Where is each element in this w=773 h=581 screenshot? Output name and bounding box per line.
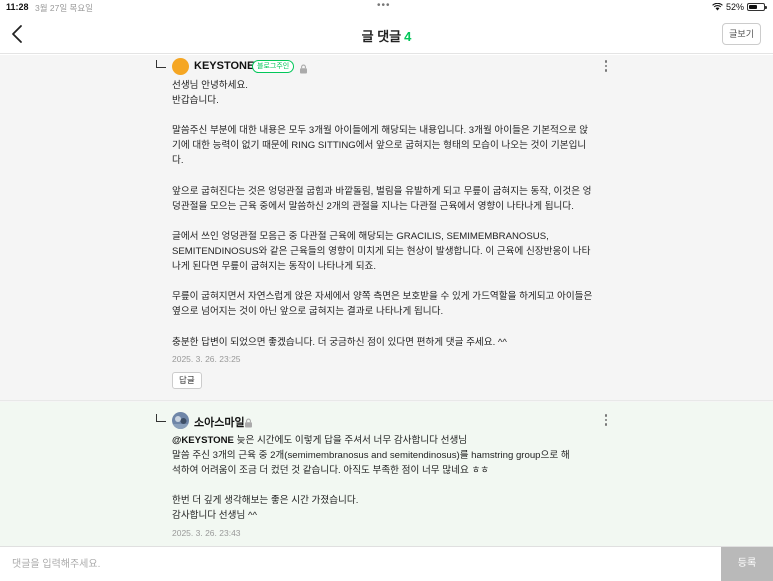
lock-icon xyxy=(244,415,253,428)
submit-button[interactable]: 등록 xyxy=(721,547,773,581)
comment-line: 감사합니다 선생님 ^^ xyxy=(172,510,257,522)
more-options-icon[interactable] xyxy=(603,60,609,74)
lock-icon xyxy=(299,61,308,74)
multitasking-dots[interactable]: ••• xyxy=(377,0,391,11)
comment-line-text: 늦은 시간에도 이렇게 답을 주셔서 너무 감사합니다 선생님 xyxy=(233,435,468,446)
comment-line: 앞으로 굽혀진다는 것은 엉덩관절 굽힘과 바깥돌림, 벌림을 유발하게 되고 … xyxy=(172,185,592,197)
comment-date: 2025. 3. 26. 23:43 xyxy=(172,528,241,538)
status-date: 3월 27일 목요일 xyxy=(35,3,94,13)
comment-line xyxy=(172,169,617,184)
status-time: 11:28 xyxy=(6,2,29,12)
more-options-icon[interactable] xyxy=(603,414,609,428)
comment-line xyxy=(172,108,617,123)
page-title: 글 댓글 4 xyxy=(0,26,773,45)
page-title-text: 글 댓글 xyxy=(361,29,402,44)
battery-icon xyxy=(747,3,767,11)
battery-percent: 52% xyxy=(725,2,744,12)
comment-line: 덩관절을 모으는 근육 중에서 말씀하신 2개의 관절을 지나는 다관절 근육에… xyxy=(172,200,574,212)
reply-indent-icon xyxy=(156,60,166,68)
comment-line: 기에 대한 능력이 없기 때문에 RING SITTING에서 앞으로 굽혀지는… xyxy=(172,140,587,152)
comment-line: 글에서 쓰인 엉덩관절 모음근 중 다관절 근육에 해당되는 GRACILIS,… xyxy=(172,230,549,242)
comment-body: @KEYSTONE 늦은 시간에도 이렇게 답을 주셔서 너무 감사합니다 선생… xyxy=(172,433,617,524)
comment-date: 2025. 3. 26. 23:25 xyxy=(172,354,241,364)
comment-body: 선생님 안녕하세요. 반갑습니다. 말씀주신 부분에 대한 내용은 모두 3개월… xyxy=(172,78,617,350)
reply-button[interactable]: 답글 xyxy=(172,372,202,389)
comment-line: SEMITENDINOSUS와 같은 근육들의 영향이 미치게 되는 현상이 발… xyxy=(172,246,591,258)
reply-indent-icon xyxy=(156,414,166,422)
comment-line: 무릎이 굽혀지면서 자연스럽게 앉은 자세에서 양쪽 측면은 보호받을 수 있게… xyxy=(172,291,593,303)
comment-line: 옆으로 넘어지는 것이 아닌 앞으로 굽혀지는 결과로 나타나게 됩니다. xyxy=(172,306,444,318)
battery-fill xyxy=(749,5,757,9)
comment-list: KEYSTONE 블로그주인 선생님 안녕하세요. 반갑습니다. 말씀주신 부분… xyxy=(0,55,773,546)
comment-line: 한번 더 깊게 생각해보는 좋은 시간 가졌습니다. xyxy=(172,495,359,507)
view-post-button[interactable]: 글보기 xyxy=(722,23,761,45)
comment-item: 소아스마일 @KEYSTONE 늦은 시간에도 이렇게 답을 주셔서 너무 감사… xyxy=(0,402,773,546)
comment-line: 충분한 답변이 되었으면 좋겠습니다. 더 궁금하신 점이 있다면 편하게 댓글… xyxy=(172,336,507,348)
avatar[interactable] xyxy=(172,412,189,429)
status-right: 52% xyxy=(712,2,767,12)
comment-input[interactable] xyxy=(0,547,720,581)
comment-line: 나게 된다면 무릎이 굽혀지는 동작이 나타나게 되죠. xyxy=(172,261,377,273)
comment-line: 말씀 주신 3개의 근육 중 2개(semimembranosus and se… xyxy=(172,450,570,462)
comment-line: 반갑습니다. xyxy=(172,95,219,107)
comment-line xyxy=(172,320,617,335)
avatar[interactable] xyxy=(172,58,189,75)
blog-owner-badge: 블로그주인 xyxy=(252,60,295,73)
comment-author[interactable]: KEYSTONE xyxy=(194,60,254,72)
comment-item: KEYSTONE 블로그주인 선생님 안녕하세요. 반갑습니다. 말씀주신 부분… xyxy=(0,55,773,401)
comment-input-bar: 등록 xyxy=(0,546,773,581)
comment-line: @KEYSTONE 늦은 시간에도 이렇게 답을 주셔서 너무 감사합니다 선생… xyxy=(172,433,617,448)
header: 글 댓글 4 글보기 xyxy=(0,14,773,54)
comment-line: 선생님 안녕하세요. xyxy=(172,80,248,91)
comment-line: 다. xyxy=(172,155,184,167)
wifi-icon xyxy=(712,2,723,11)
comment-line xyxy=(172,478,617,493)
comment-line: 말씀주신 부분에 대한 내용은 모두 3개월 아이들에게 해당되는 내용입니다.… xyxy=(172,125,589,137)
mention-link[interactable]: @KEYSTONE xyxy=(172,435,234,446)
comment-count: 4 xyxy=(404,29,412,44)
comment-line xyxy=(172,214,617,229)
status-bar: 11:28 3월 27일 목요일 ••• 52% xyxy=(0,0,773,14)
comment-line xyxy=(172,274,617,289)
comment-author[interactable]: 소아스마일 xyxy=(194,414,245,430)
comment-line: 석하여 어려움이 조금 더 컸던 것 같습니다. 아직도 부족한 점이 너무 많… xyxy=(172,465,490,477)
